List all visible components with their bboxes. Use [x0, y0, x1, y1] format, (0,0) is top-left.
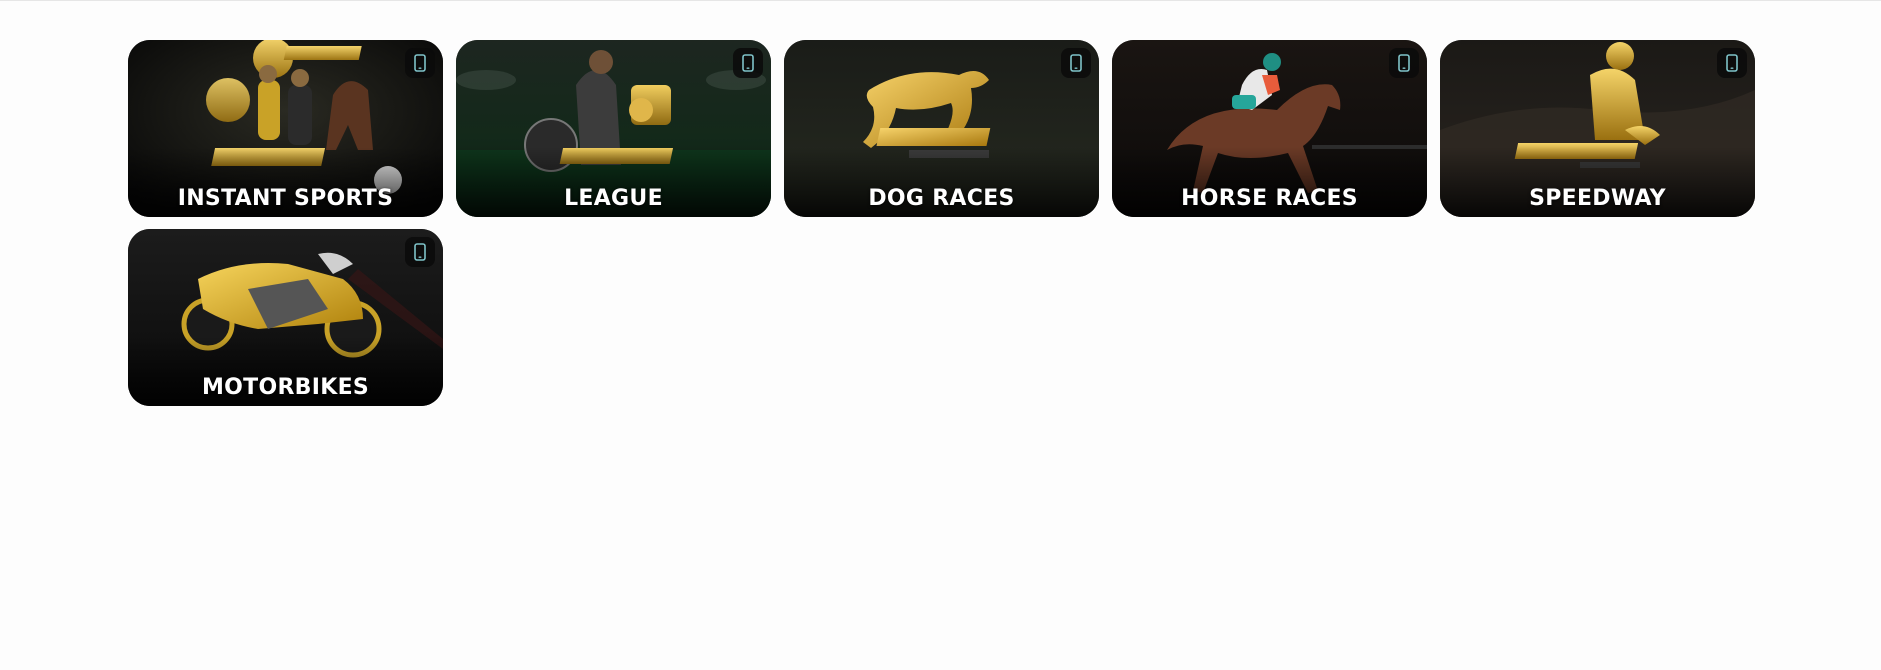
game-title: MOTORBIKES — [201, 375, 370, 400]
game-title: SPEEDWAY — [1529, 186, 1666, 211]
game-card-motorbikes[interactable]: MOTORBIKES — [128, 229, 443, 406]
game-title: HORSE RACES — [1181, 186, 1358, 211]
mobile-phone-icon — [742, 54, 754, 72]
game-title: DOG RACES — [868, 186, 1015, 211]
game-card-league[interactable]: LEAGUE — [456, 40, 771, 217]
game-title: LEAGUE — [564, 186, 663, 211]
mobile-phone-icon — [1726, 54, 1738, 72]
mobile-available-badge — [733, 48, 763, 78]
mobile-available-badge — [1389, 48, 1419, 78]
game-card-dog-races[interactable]: DOG RACES — [784, 40, 1099, 217]
mobile-phone-icon — [1398, 54, 1410, 72]
game-card-speedway[interactable]: SPEEDWAY — [1440, 40, 1755, 217]
game-title: INSTANT SPORTS — [177, 186, 394, 211]
mobile-available-badge — [405, 48, 435, 78]
mobile-phone-icon — [414, 54, 426, 72]
game-card-horse-races[interactable]: HORSE RACES — [1112, 40, 1427, 217]
virtual-games-grid: INSTANT SPORTS LEAGUE DOG RACES HORSE RA… — [128, 40, 1758, 406]
top-divider — [0, 0, 1881, 1]
mobile-available-badge — [1717, 48, 1747, 78]
game-card-instant-sports[interactable]: INSTANT SPORTS — [128, 40, 443, 217]
mobile-phone-icon — [414, 243, 426, 261]
mobile-phone-icon — [1070, 54, 1082, 72]
mobile-available-badge — [405, 237, 435, 267]
mobile-available-badge — [1061, 48, 1091, 78]
